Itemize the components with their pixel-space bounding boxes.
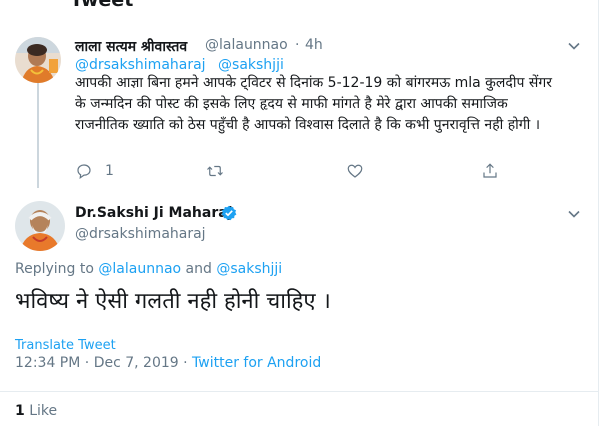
verified-badge-icon (221, 205, 237, 221)
tweet-text: भविष्य ने ऐसी गलती नही होनी चाहिए । (15, 289, 331, 314)
separator-dot: · (178, 355, 193, 371)
like-label: Like (24, 403, 58, 419)
heart-icon (347, 164, 363, 178)
author-name[interactable]: लाला सत्यम श्रीवास्तव (75, 37, 187, 56)
chevron-down-icon[interactable] (567, 38, 581, 52)
separator-dot: · (295, 37, 300, 53)
likes-count-link[interactable]: 1 Like (15, 403, 57, 419)
replying-to-link[interactable]: @sakshjji (216, 261, 282, 277)
replying-to-line: Replying to @lalaunnao and @sakshjji (15, 261, 282, 277)
tweet-text: आपकी आज्ञा बिना हमने आपके ट्विटर से दिना… (75, 75, 552, 133)
replying-prefix: Replying to (15, 261, 99, 277)
page-title: Tweet (70, 0, 134, 11)
share-button[interactable] (481, 161, 499, 181)
mention-link[interactable]: @drsakshimaharaj (75, 57, 206, 73)
replying-and: and (181, 261, 217, 277)
tweet-source-link[interactable]: Twitter for Android (192, 355, 321, 371)
like-button[interactable] (346, 161, 364, 181)
avatar[interactable] (15, 37, 61, 83)
share-icon (483, 163, 497, 178)
like-count: 1 (15, 403, 25, 419)
retweet-icon (207, 165, 223, 177)
replying-to-link[interactable]: @lalaunnao (98, 261, 181, 277)
mention-link[interactable]: @sakshjji (218, 57, 284, 73)
retweet-button[interactable] (206, 161, 224, 181)
separator-dot: · (80, 355, 94, 371)
mention-list: @drsakshimaharaj @sakshjji (75, 57, 292, 73)
reply-button[interactable]: 1 (75, 161, 114, 181)
tweet-time[interactable]: 4h (305, 37, 323, 53)
author-name[interactable]: Dr.Sakshi Ji Maharaj (75, 205, 233, 221)
translate-tweet-link[interactable]: Translate Tweet (15, 338, 116, 353)
divider (0, 391, 598, 392)
reply-icon (77, 164, 91, 180)
column-border (598, 0, 599, 426)
tweet-time[interactable]: 12:34 PM (15, 355, 80, 371)
thread-connector-line (37, 75, 39, 188)
tweet-date[interactable]: Dec 7, 2019 (94, 355, 179, 371)
author-handle[interactable]: @lalaunnao (205, 37, 288, 53)
reply-count: 1 (105, 163, 114, 179)
author-handle[interactable]: @drsakshimaharaj (75, 226, 206, 242)
avatar[interactable] (15, 201, 65, 251)
chevron-down-icon[interactable] (567, 206, 581, 220)
tweet-metadata: 12:34 PM · Dec 7, 2019 · Twitter for And… (15, 355, 321, 371)
